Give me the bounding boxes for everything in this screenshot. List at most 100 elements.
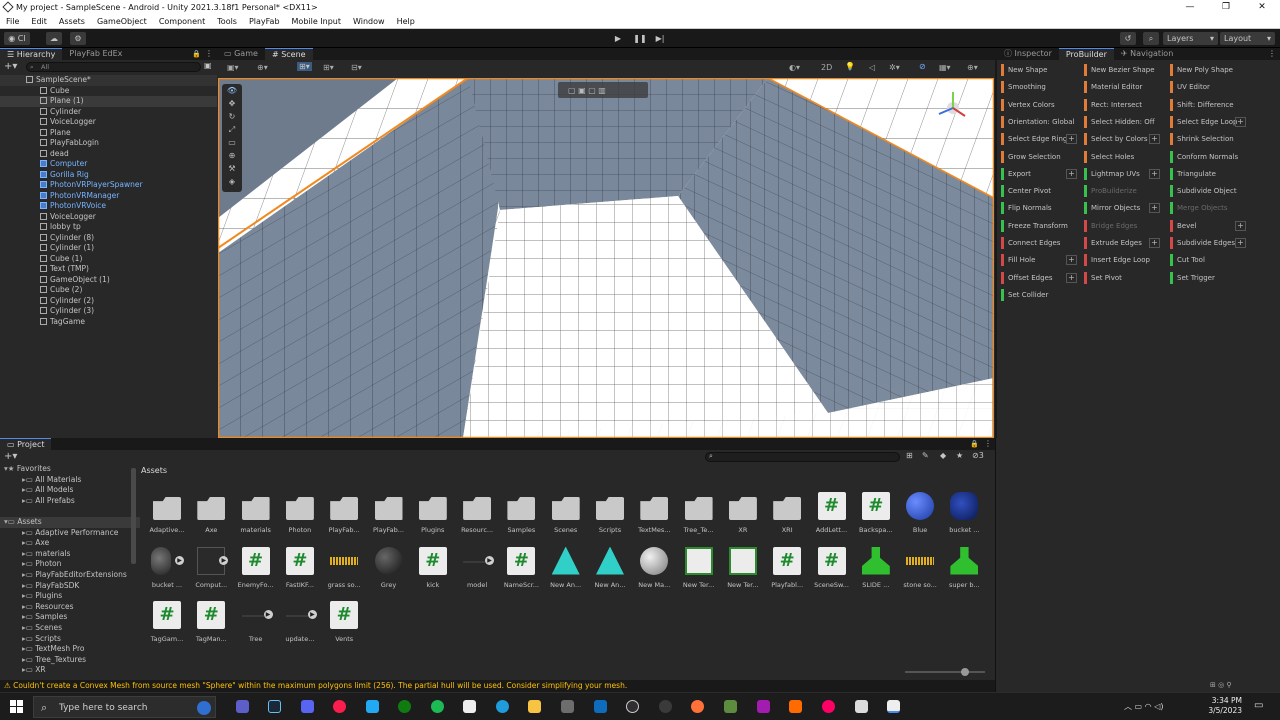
label-icon[interactable]: ◆ — [940, 451, 946, 460]
asset-item[interactable]: materials — [234, 488, 278, 540]
asset-item[interactable]: stone so... — [898, 543, 942, 595]
maximize-button[interactable]: ❐ — [1208, 0, 1244, 15]
mail-icon[interactable] — [594, 700, 607, 713]
search-by-label-icon[interactable]: ✎ — [922, 451, 929, 460]
project-tree-item[interactable]: ▸▭ Samples — [0, 612, 140, 623]
menu-item-edit[interactable]: Edit — [25, 17, 53, 26]
asset-item[interactable]: grass so... — [322, 543, 366, 595]
project-tree-item[interactable]: ▾★ Favorites — [0, 464, 140, 475]
plus-options-icon[interactable]: + — [1149, 238, 1160, 248]
view-tool-icon[interactable]: 👁 — [222, 86, 242, 99]
snap-increment-button[interactable]: ⊞▾ — [323, 63, 334, 72]
probuilder-subdivide-edges-button[interactable]: Subdivide Edges — [1170, 237, 1235, 249]
plus-options-icon[interactable]: + — [1066, 134, 1077, 145]
hierarchy-item[interactable]: Cube (1) — [0, 254, 217, 265]
probuilder-mirror-objects-button[interactable]: Mirror Objects — [1084, 202, 1140, 215]
opera-gx-icon[interactable] — [333, 700, 346, 713]
hierarchy-item[interactable]: PhotonVRManager — [0, 191, 217, 202]
probuilder-orientation-global-button[interactable]: Orientation: Global — [1001, 115, 1074, 128]
plus-options-icon[interactable]: + — [1149, 203, 1160, 214]
menu-item-component[interactable]: Component — [153, 17, 211, 26]
project-tree-item[interactable]: ▸▭ Plugins — [0, 591, 140, 602]
hierarchy-item[interactable]: Cylinder (1) — [0, 243, 217, 254]
probuilder-set-pivot-button[interactable]: Set Pivot — [1084, 271, 1122, 284]
gizmos-button[interactable]: ⊕▾ — [967, 63, 978, 72]
volume-icon[interactable]: ◁) — [1154, 702, 1163, 711]
project-tree-scrollbar[interactable] — [131, 468, 136, 564]
unity-editor-icon[interactable] — [887, 700, 900, 713]
obs-icon[interactable] — [626, 700, 639, 713]
probuilder-tool-icon[interactable]: ◈ — [222, 177, 242, 190]
probuilder-lightmap-uvs-button[interactable]: Lightmap UVs — [1084, 167, 1140, 180]
asset-item[interactable]: Scenes — [544, 488, 588, 540]
asset-item[interactable]: Adaptive... — [145, 488, 189, 540]
asset-item[interactable]: Axe — [189, 488, 233, 540]
probuilder-triangulate-button[interactable]: Triangulate — [1170, 167, 1216, 180]
project-tree-item[interactable]: ▸▭ Tree_Textures — [0, 655, 140, 666]
hierarchy-scrollbar[interactable] — [209, 148, 214, 228]
tab-project[interactable]: ▭ Project — [0, 438, 52, 450]
expand-arrow-icon[interactable]: ▶ — [175, 555, 184, 565]
battery-icon[interactable]: ▭ — [1135, 702, 1143, 711]
probuilder-uv-editor-button[interactable]: UV Editor — [1170, 81, 1210, 94]
asset-item[interactable]: # SceneSw... — [810, 543, 854, 595]
hierarchy-item[interactable]: Plane — [0, 128, 217, 139]
move-tool-icon[interactable]: ✥ — [222, 99, 242, 112]
menu-dots-icon[interactable]: ⋮ — [205, 49, 213, 58]
hierarchy-item[interactable]: Cylinder — [0, 107, 217, 118]
expand-arrow-icon[interactable]: ▶ — [263, 610, 273, 619]
asset-item[interactable]: New An... — [588, 543, 632, 595]
project-tree-item[interactable]: ▸▭ All Prefabs — [0, 496, 140, 507]
chevron-up-icon[interactable]: ︿ — [1124, 702, 1132, 711]
search-button[interactable]: ⌕ — [1143, 32, 1159, 45]
asset-item[interactable]: # TagGam... — [145, 597, 189, 649]
undo-history-button[interactable]: ↺ — [1120, 32, 1136, 45]
add-object-button[interactable]: +▾ — [4, 61, 17, 72]
asset-item[interactable]: Resourc... — [455, 488, 499, 540]
asset-item[interactable]: Tree_Te... — [677, 488, 721, 540]
discord-icon[interactable] — [301, 700, 314, 713]
tab-playfab-edex[interactable]: PlayFab EdEx — [62, 48, 129, 60]
teams-icon[interactable] — [236, 700, 249, 713]
expand-arrow-icon[interactable]: ▶ — [219, 555, 229, 565]
probuilder-select-edge-ring-button[interactable]: Select Edge Ring — [1001, 133, 1067, 146]
probuilder-bevel-button[interactable]: Bevel — [1170, 219, 1197, 232]
account-button[interactable]: ◉ CI — [4, 32, 30, 45]
favorite-icon[interactable]: ★ — [956, 451, 963, 460]
probuilder-bridge-edges-button[interactable]: Bridge Edges — [1084, 219, 1137, 232]
hierarchy-search-input[interactable]: ⌕ All — [26, 62, 201, 72]
asset-item[interactable]: ▶ Tree — [234, 597, 278, 649]
plus-options-icon[interactable]: + — [1066, 255, 1077, 266]
hierarchy-item[interactable]: TagGame — [0, 317, 217, 328]
layers-dropdown[interactable]: Layers ▾ — [1163, 32, 1218, 45]
console-status-bar[interactable]: ⚠ Couldn't create a Convex Mesh from sou… — [0, 680, 995, 692]
probuilder-insert-edge-loop-button[interactable]: Insert Edge Loop — [1084, 254, 1150, 267]
mode-2d-button[interactable]: 2D — [821, 63, 832, 72]
project-tree-item[interactable]: ▸▭ Scenes — [0, 623, 140, 634]
plus-options-icon[interactable]: + — [1149, 134, 1160, 145]
slider-handle[interactable] — [961, 668, 969, 676]
probuilder-material-editor-button[interactable]: Material Editor — [1084, 81, 1142, 94]
asset-item[interactable]: ▶ bucket ... — [145, 543, 189, 595]
project-tree-item[interactable]: ▸▭ Scripts — [0, 634, 140, 645]
probuilder-flip-normals-button[interactable]: Flip Normals — [1001, 202, 1052, 215]
asset-item[interactable]: # kick — [411, 543, 455, 595]
icon-size-slider[interactable] — [905, 668, 985, 676]
app-purple-icon[interactable] — [757, 700, 770, 713]
probuilder-conform-normals-button[interactable]: Conform Normals — [1170, 150, 1238, 163]
project-tree-item[interactable]: ▸▭ All Models — [0, 485, 140, 496]
cortana-icon[interactable] — [197, 701, 211, 715]
asset-item[interactable]: New Ma... — [632, 543, 676, 595]
probuilder-freeze-transform-button[interactable]: Freeze Transform — [1001, 219, 1068, 232]
plus-options-icon[interactable]: + — [1235, 220, 1246, 231]
hidden-objects-button[interactable]: ⊘ — [919, 62, 926, 71]
steam-icon[interactable] — [268, 700, 281, 713]
camera-button[interactable]: ▦▾ — [939, 63, 951, 72]
close-button[interactable]: ✕ — [1244, 0, 1280, 15]
menu-dots-icon[interactable]: ⋮ — [984, 439, 992, 448]
taskbar-search-input[interactable]: ⌕ Type here to search — [33, 696, 216, 718]
tab-game[interactable]: ▭ Game — [217, 48, 265, 60]
asset-item[interactable]: Blue — [898, 488, 942, 540]
asset-item[interactable]: TextMes... — [632, 488, 676, 540]
asset-item[interactable]: bucket ... — [942, 488, 986, 540]
